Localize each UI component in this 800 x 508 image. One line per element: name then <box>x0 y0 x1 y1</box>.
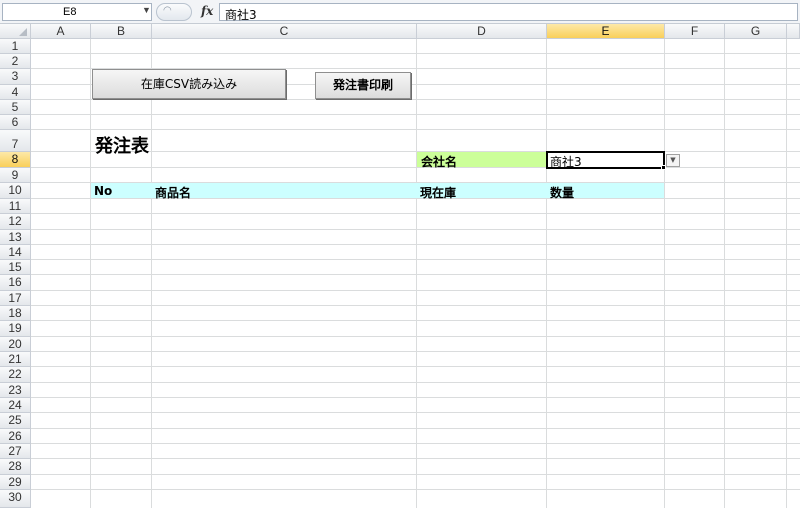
header-product-name: 商品名 <box>155 186 192 200</box>
company-select-cell[interactable]: 商社3 <box>546 151 666 170</box>
name-box[interactable]: E8 ▼ <box>2 3 152 21</box>
import-csv-button[interactable]: 在庫CSV読み込み <box>92 69 286 99</box>
row-header[interactable]: 2 <box>0 54 31 69</box>
row-header[interactable]: 25 <box>0 413 31 429</box>
row-header[interactable]: 19 <box>0 321 31 337</box>
column-header-b[interactable]: B <box>91 24 152 39</box>
gridline <box>31 366 800 367</box>
row-header[interactable]: 27 <box>0 444 31 459</box>
row-header[interactable]: 30 <box>0 490 31 508</box>
sheet-title: 発注表 <box>95 136 149 157</box>
gridline <box>31 167 800 168</box>
row-header[interactable]: 23 <box>0 383 31 398</box>
gridline <box>31 489 800 490</box>
column-header-a[interactable]: A <box>31 24 91 39</box>
gridline <box>31 305 800 306</box>
row-header[interactable]: 18 <box>0 306 31 321</box>
row-header[interactable]: 14 <box>0 245 31 260</box>
row-header[interactable]: 5 <box>0 100 31 115</box>
name-box-value: E8 <box>63 6 77 18</box>
gridline <box>31 397 800 398</box>
company-value: 商社3 <box>550 155 582 169</box>
row-header[interactable]: 28 <box>0 459 31 475</box>
column-header-d[interactable]: D <box>417 24 547 39</box>
spreadsheet-grid[interactable]: A B C D E F G 1 2 3 4 5 6 7 8 9 10 11 12… <box>0 24 800 508</box>
company-label: 会社名 <box>421 155 458 169</box>
gridline <box>31 53 800 54</box>
row-header[interactable]: 3 <box>0 69 31 85</box>
gridline <box>31 412 800 413</box>
column-header-e[interactable]: E <box>547 24 665 39</box>
formula-bar: E8 ▼ ◠ fx 商社3 <box>0 0 800 24</box>
gridline <box>31 229 800 230</box>
row-header[interactable]: 4 <box>0 85 31 100</box>
column-header-blank <box>787 24 800 39</box>
column-header-g[interactable]: G <box>725 24 787 39</box>
row-header[interactable]: 20 <box>0 337 31 352</box>
chevron-down-icon[interactable]: ▼ <box>666 154 680 167</box>
row-header[interactable]: 12 <box>0 214 31 230</box>
gridline <box>31 443 800 444</box>
chevron-down-icon[interactable]: ▼ <box>142 5 151 15</box>
row-header[interactable]: 7 <box>0 130 31 152</box>
gridline <box>31 244 800 245</box>
insert-function-icon[interactable]: fx <box>201 4 213 18</box>
row-header[interactable]: 10 <box>0 183 31 199</box>
column-header-f[interactable]: F <box>665 24 725 39</box>
gridline <box>31 458 800 459</box>
gridline <box>31 129 800 130</box>
gridline <box>31 274 800 275</box>
gridline <box>31 259 800 260</box>
select-all-corner[interactable] <box>0 24 31 39</box>
row-header[interactable]: 1 <box>0 39 31 54</box>
print-order-button[interactable]: 発注書印刷 <box>315 72 411 99</box>
formula-input[interactable]: 商社3 <box>219 3 798 22</box>
gridline <box>31 198 800 199</box>
row-header[interactable]: 9 <box>0 168 31 183</box>
row-header[interactable]: 29 <box>0 475 31 490</box>
gridline <box>31 320 800 321</box>
gridline <box>31 99 800 100</box>
gridline <box>31 290 800 291</box>
row-header[interactable]: 16 <box>0 275 31 291</box>
row-header[interactable]: 13 <box>0 230 31 245</box>
gridline <box>31 351 800 352</box>
row-header[interactable]: 15 <box>0 260 31 275</box>
gridline <box>31 336 800 337</box>
gridline <box>31 382 800 383</box>
grip-icon: ◠ <box>163 5 172 16</box>
gridline <box>31 213 800 214</box>
gridline <box>31 474 800 475</box>
formula-value: 商社3 <box>225 8 257 22</box>
header-current-stock: 現在庫 <box>420 186 457 200</box>
row-header[interactable]: 6 <box>0 115 31 130</box>
gridline <box>31 428 800 429</box>
column-header-c[interactable]: C <box>152 24 417 39</box>
gridline <box>31 114 800 115</box>
row-header[interactable]: 17 <box>0 291 31 306</box>
header-no: No <box>94 184 113 198</box>
row-header[interactable]: 11 <box>0 199 31 214</box>
row-header[interactable]: 26 <box>0 429 31 444</box>
formula-bar-resize-handle[interactable]: ◠ <box>156 3 192 21</box>
row-header[interactable]: 21 <box>0 352 31 367</box>
row-header[interactable]: 22 <box>0 367 31 383</box>
row-header[interactable]: 24 <box>0 398 31 413</box>
row-header-selected[interactable]: 8 <box>0 152 31 168</box>
header-quantity: 数量 <box>550 186 575 200</box>
